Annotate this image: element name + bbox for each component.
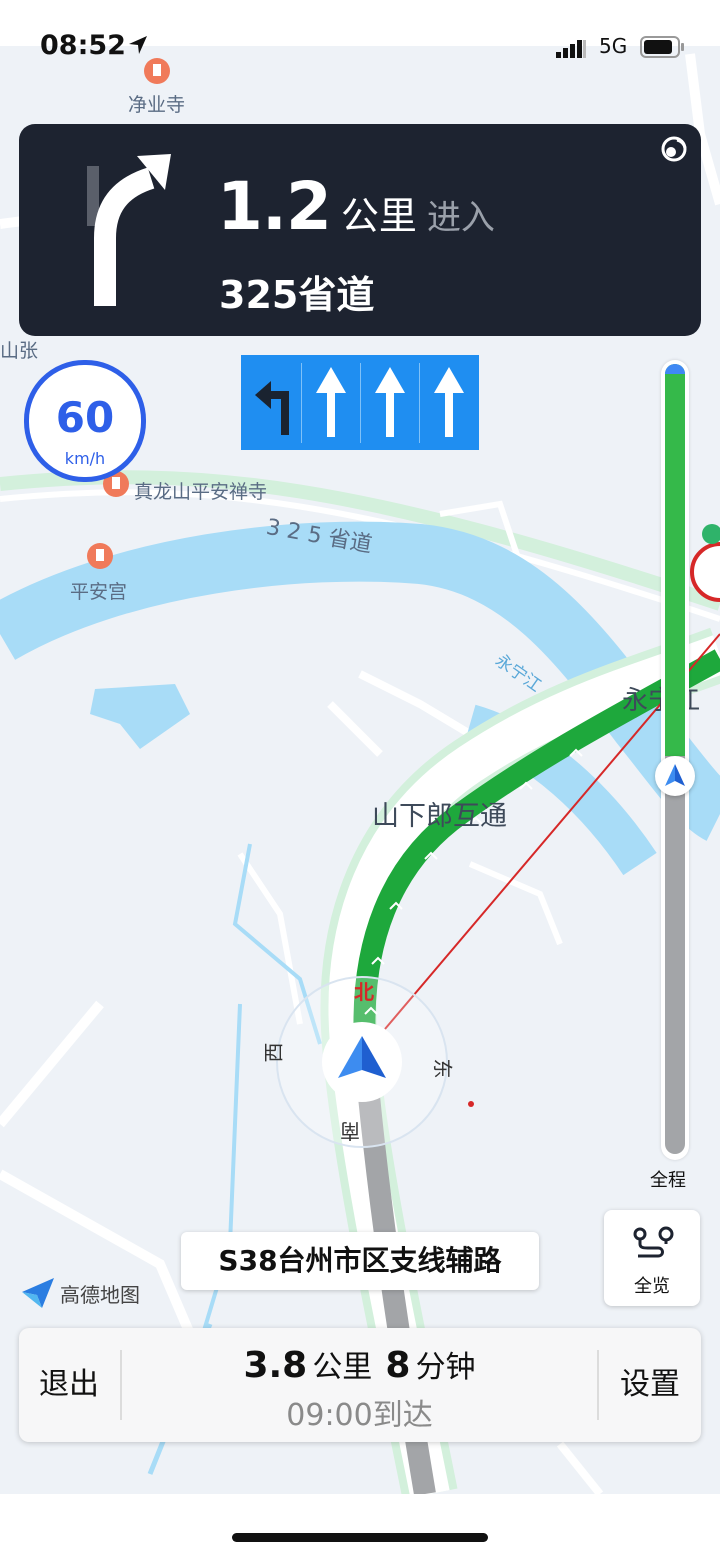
next-road-name: 325省道 (219, 273, 375, 317)
vehicle-position-icon (322, 1022, 402, 1102)
temple-pin-icon (144, 58, 170, 84)
poi-label[interactable]: 净业寺 (128, 90, 185, 117)
turn-right-arrow-icon (87, 154, 171, 306)
lane-straight-icon (434, 367, 464, 437)
poi-label[interactable]: 真龙山平安禅寺 (134, 477, 267, 504)
poi-label[interactable]: 平安宫 (70, 577, 127, 604)
distance-row: 1.2 公里 进入 (217, 168, 495, 245)
overall-route-label: 全程 (650, 1170, 686, 1191)
progress-remaining (665, 756, 685, 1154)
battery-icon (640, 36, 684, 58)
compass-north: 北 (354, 980, 374, 1004)
home-bar-area (0, 1494, 720, 1558)
guidance-card[interactable]: 1.2 公里 进入 325省道 (19, 124, 701, 336)
network-type: 5G (599, 34, 628, 58)
vehicle-marker-icon (665, 764, 685, 786)
arrival-info: 09:00到达 (122, 1390, 597, 1434)
remaining-time-unit: 分钟 (415, 1350, 476, 1385)
arrival-suffix: 到达 (372, 1398, 433, 1433)
remaining-distance: 3.8 (243, 1345, 308, 1386)
settings-button[interactable]: 设置 (599, 1328, 701, 1442)
compass-west: 西 (261, 1042, 286, 1063)
amap-logo-icon (22, 1278, 54, 1308)
place-label: 山张 (0, 340, 39, 362)
lane-straight-icon (316, 367, 346, 437)
lane-guidance (241, 355, 479, 450)
home-indicator[interactable] (232, 1533, 488, 1542)
speed-limit-value: 60 (55, 393, 115, 442)
action-text: 进入 (426, 198, 495, 238)
location-arrow-icon (129, 36, 147, 54)
exit-button[interactable]: 退出 (19, 1328, 119, 1442)
trip-summary: 3.8 公里 8 分钟 (122, 1342, 597, 1386)
remaining-time: 8 (385, 1345, 411, 1386)
amap-logo-text: 高德地图 (60, 1283, 140, 1307)
status-bar: 08:52 5G (0, 0, 720, 61)
signal-icon (556, 40, 586, 58)
arrival-time: 09:00 (286, 1398, 373, 1433)
overview-button[interactable]: 全览 (604, 1210, 700, 1306)
voice-broadcast-icon[interactable] (659, 134, 689, 164)
route-overview-icon (633, 1226, 674, 1258)
progress-completed (665, 364, 685, 756)
route-progress-bar (655, 360, 695, 1160)
distance-value: 1.2 (217, 168, 332, 245)
distance-unit: 公里 (340, 194, 417, 238)
compass-south: 南 (340, 1119, 360, 1143)
lane-turn-left-icon (255, 381, 289, 435)
remaining-distance-unit: 公里 (312, 1350, 373, 1385)
progress-position-marker (655, 756, 695, 796)
status-time: 08:52 (40, 30, 126, 61)
speed-limit-sign: 60 km/h (24, 360, 146, 482)
progress-start-cap (665, 364, 685, 374)
interchange-label: 山下郎互通 (372, 801, 507, 832)
lane-straight-icon (375, 367, 405, 437)
temple-pin-icon (87, 543, 113, 569)
overview-label: 全览 (634, 1276, 670, 1297)
compass-east: 东 (430, 1058, 455, 1079)
speed-limit-unit: km/h (64, 449, 106, 468)
current-road-label: S38台州市区支线辅路 (181, 1232, 539, 1290)
trip-panel: 退出 3.8 公里 8 分钟 09:00到达 设置 (19, 1328, 701, 1442)
